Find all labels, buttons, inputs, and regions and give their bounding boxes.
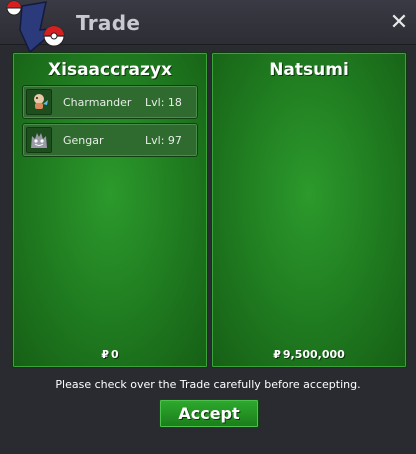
accept-button[interactable]: Accept [159, 399, 259, 428]
my-offer-panel: Xisaaccrazyx Charmander Lvl: 18 Gengar L… [12, 52, 208, 368]
pokemon-name: Gengar [63, 134, 104, 147]
money-amount: 0 [111, 348, 119, 361]
charmander-icon [26, 89, 52, 115]
window-title: Trade [76, 11, 141, 35]
trade-notice: Please check over the Trade carefully be… [55, 378, 361, 391]
currency-symbol: ₽ [101, 348, 109, 361]
left-money: ₽0 [13, 348, 207, 361]
pokemon-level: Lvl: 97 [145, 134, 182, 147]
pokemon-slot-gengar[interactable]: Gengar Lvl: 97 [22, 123, 198, 157]
left-player-name: Xisaaccrazyx [48, 60, 172, 80]
money-amount: 9,500,000 [282, 348, 345, 361]
title-bar[interactable]: Trade ✕ [0, 0, 416, 54]
pokemon-level: Lvl: 18 [145, 96, 182, 109]
pokemon-name: Charmander [63, 96, 132, 109]
close-button[interactable]: ✕ [388, 12, 410, 34]
trade-window: Trade ✕ Xisaaccrazyx Charmander Lvl: 18 [0, 0, 416, 454]
pokeball-logo-icon [6, 0, 65, 54]
right-money: ₽9,500,000 [212, 348, 406, 361]
pokemon-slot-charmander[interactable]: Charmander Lvl: 18 [22, 85, 198, 119]
partner-offer-panel: Natsumi ₽9,500,000 [211, 52, 407, 368]
currency-symbol: ₽ [273, 348, 281, 361]
right-player-name: Natsumi [269, 60, 349, 80]
gengar-icon [26, 127, 52, 153]
